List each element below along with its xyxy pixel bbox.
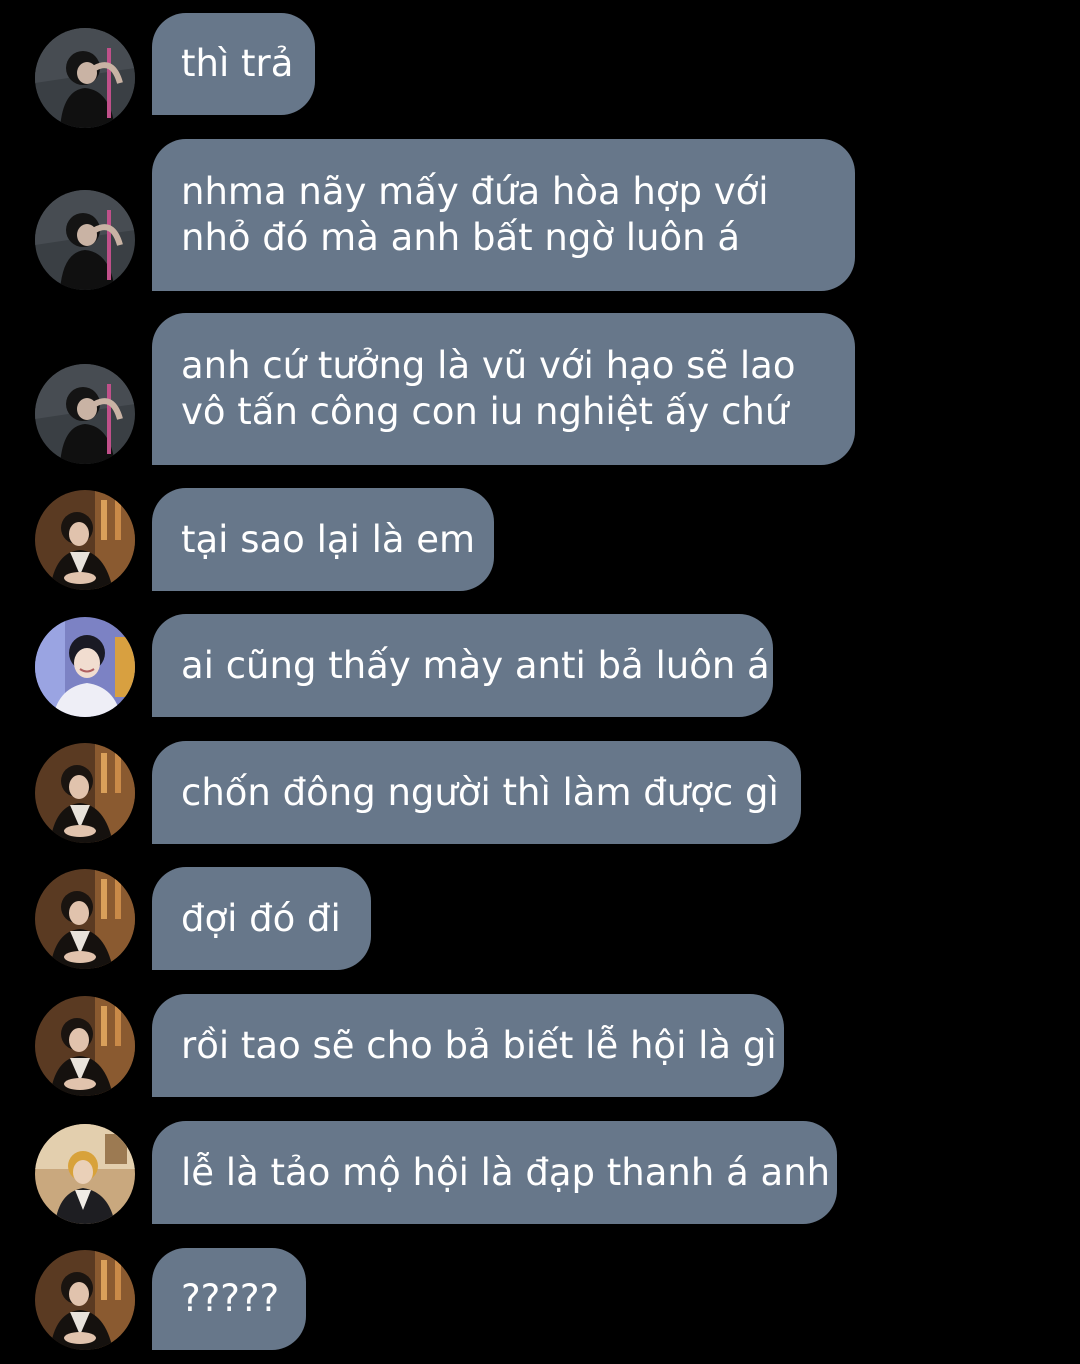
message-bubble[interactable]: thì trả — [152, 13, 315, 115]
message-bubble[interactable]: ????? — [152, 1248, 306, 1350]
avatar[interactable] — [35, 617, 135, 717]
avatar-warm-bar-icon — [35, 996, 135, 1096]
message-bubble[interactable]: lễ là tảo mộ hội là đạp thanh á anh — [152, 1121, 837, 1224]
avatar[interactable] — [35, 364, 135, 464]
avatar[interactable] — [35, 28, 135, 128]
avatar-warm-bar-icon — [35, 743, 135, 843]
avatar-warm-bar-icon — [35, 869, 135, 969]
message-text: thì trả — [181, 42, 294, 85]
message-text: rồi tao sẽ cho bả biết lễ hội là gì — [181, 1023, 777, 1067]
message-text: đợi đó đi — [181, 896, 341, 940]
avatar[interactable] — [35, 490, 135, 590]
message-bubble[interactable]: nhma nãy mấy đứa hòa hợp với nhỏ đó mà a… — [152, 139, 855, 291]
avatar[interactable] — [35, 1250, 135, 1350]
avatar[interactable] — [35, 190, 135, 290]
message-bubble[interactable]: chốn đông người thì làm được gì — [152, 741, 801, 844]
message-bubble[interactable]: tại sao lại là em — [152, 488, 494, 591]
message-text-line: anh cứ tưởng là vũ với hạo sẽ lao — [181, 344, 796, 387]
message-bubble[interactable]: đợi đó đi — [152, 867, 371, 970]
avatar-dark-hoodie-icon — [35, 190, 135, 290]
message-text-line: nhỏ đó mà anh bất ngờ luôn á — [181, 216, 741, 259]
message-text: tại sao lại là em — [181, 517, 476, 561]
message-text: chốn đông người thì làm được gì — [181, 770, 779, 814]
message-text: ai cũng thấy mày anti bả luôn á — [181, 643, 770, 687]
avatar[interactable] — [35, 1124, 135, 1224]
avatar-warm-bar-icon — [35, 490, 135, 590]
avatar[interactable] — [35, 996, 135, 1096]
avatar-dark-hoodie-icon — [35, 28, 135, 128]
message-bubble[interactable]: rồi tao sẽ cho bả biết lễ hội là gì — [152, 994, 784, 1097]
message-text-line: vô tấn công con iu nghiệt ấy chứ — [181, 390, 789, 433]
message-text: lễ là tảo mộ hội là đạp thanh á anh — [181, 1150, 831, 1194]
message-bubble[interactable]: anh cứ tưởng là vũ với hạo sẽ lao vô tấn… — [152, 313, 855, 465]
avatar[interactable] — [35, 743, 135, 843]
message-text: ????? — [181, 1277, 280, 1320]
chat-thread: thì trả nhma nãy mấy đứa hòa hợp với nhỏ… — [0, 0, 1080, 1364]
message-bubble[interactable]: ai cũng thấy mày anti bả luôn á — [152, 614, 773, 717]
message-text-line: nhma nãy mấy đứa hòa hợp với — [181, 170, 769, 213]
avatar-blue-smile-icon — [35, 617, 135, 717]
avatar[interactable] — [35, 869, 135, 969]
avatar-cafe-jacket-icon — [35, 1124, 135, 1224]
avatar-dark-hoodie-icon — [35, 364, 135, 464]
avatar-warm-bar-icon — [35, 1250, 135, 1350]
